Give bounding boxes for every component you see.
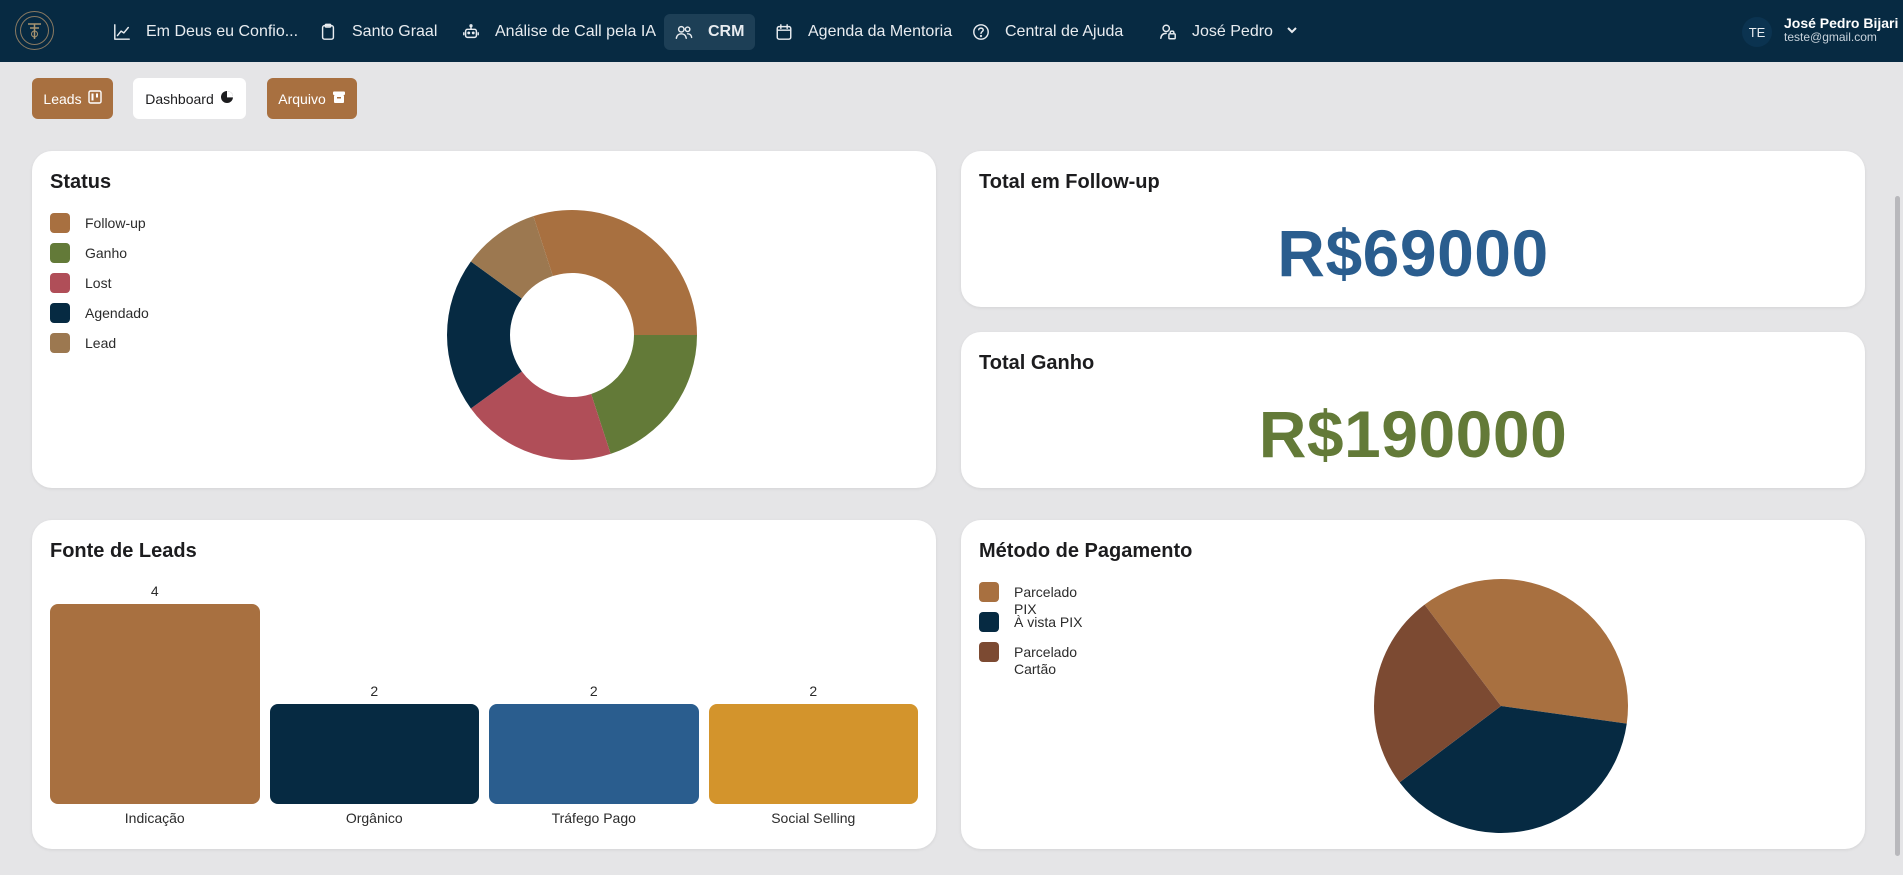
status-card: Status Follow-up Ganho Lost Agendado Lead xyxy=(32,151,936,488)
bar-column: 2 Social Selling xyxy=(708,580,918,836)
fonte-leads-card-title: Fonte de Leads xyxy=(50,540,197,562)
legend-swatch xyxy=(979,612,999,632)
nav-item-label: Santo Graal xyxy=(352,23,438,40)
nav-item-label: Análise de Call pela IA xyxy=(495,23,656,40)
pagamento-card-title: Método de Pagamento xyxy=(979,540,1193,562)
legend-swatch xyxy=(50,243,70,263)
user-lock-icon xyxy=(1158,22,1178,42)
pagamento-legend-item[interactable]: Parcelado PIX xyxy=(979,582,1094,617)
nav-item-label: Central de Ajuda xyxy=(1005,23,1124,40)
nav-item-label: Em Deus eu Confio... xyxy=(146,23,299,40)
legend-label: Follow-up xyxy=(85,215,146,231)
legend-swatch xyxy=(979,582,999,602)
status-legend-item[interactable]: Ganho xyxy=(50,243,149,273)
status-legend-item[interactable]: Lost xyxy=(50,273,149,303)
user-info[interactable]: José Pedro Bijari teste@gmail.com xyxy=(1784,15,1899,45)
nav-item-label: José Pedro xyxy=(1192,23,1273,40)
archive-icon xyxy=(332,90,346,107)
status-legend-item[interactable]: Lead xyxy=(50,333,149,363)
status-card-title: Status xyxy=(50,171,112,193)
legend-swatch xyxy=(50,333,70,353)
status-slice-follow-up[interactable] xyxy=(533,210,697,335)
nav-item-crm[interactable]: CRM xyxy=(664,14,755,50)
bar-value-label: 2 xyxy=(589,683,598,699)
followup-total-value: R$69000 xyxy=(1277,216,1549,290)
nav-item-central-ajuda[interactable]: Central de Ajuda xyxy=(961,14,1133,50)
legend-label: À vista PIX xyxy=(1014,614,1083,630)
user-name: José Pedro Bijari xyxy=(1784,15,1899,31)
status-donut-chart xyxy=(447,210,697,461)
legend-swatch xyxy=(50,213,70,233)
tab-dashboard-label: Dashboard xyxy=(145,90,214,107)
followup-card: Total em Follow-up R$69000 xyxy=(961,151,1865,307)
pagamento-legend-item[interactable]: À vista PIX xyxy=(979,612,1094,642)
top-navbar: Em Deus eu Confio... Santo Graal Análise… xyxy=(0,0,1903,62)
bar-column: 2 Tráfego Pago xyxy=(489,580,699,836)
bar-category-label: Indicação xyxy=(124,810,185,826)
nav-item-santo-graal[interactable]: Santo Graal xyxy=(308,14,447,50)
fonte-leads-card: Fonte de Leads 4 Indicação 2 Orgânico 2 Tráfe… xyxy=(32,520,936,849)
bar-value-label: 2 xyxy=(809,683,818,699)
nav-item-label: CRM xyxy=(708,23,745,40)
status-legend-item[interactable]: Agendado xyxy=(50,303,149,333)
legend-label: Lead xyxy=(85,335,117,351)
bar-category-label: Social Selling xyxy=(771,810,856,826)
brand-logo[interactable] xyxy=(15,11,54,50)
bar-category-label: Tráfego Pago xyxy=(551,810,636,826)
bar-org-nico[interactable] xyxy=(269,704,479,804)
users-icon xyxy=(674,22,694,42)
tab-arquivo[interactable]: Arquivo xyxy=(267,78,357,119)
chart-line-icon xyxy=(112,22,132,42)
legend-swatch xyxy=(50,303,70,323)
status-legend-item[interactable]: Follow-up xyxy=(50,213,149,243)
ganho-total-value: R$190000 xyxy=(1258,397,1568,471)
calendar-icon xyxy=(774,22,794,42)
bar-column: 4 Indicação xyxy=(50,580,260,836)
tab-leads-label: Leads xyxy=(43,90,82,107)
ganho-card: Total Ganho R$190000 xyxy=(961,332,1865,488)
pie-chart-icon xyxy=(220,90,234,107)
tab-leads[interactable]: Leads xyxy=(32,78,113,119)
robot-icon xyxy=(461,22,481,42)
followup-card-title: Total em Follow-up xyxy=(979,171,1160,193)
avatar[interactable]: TE xyxy=(1742,17,1772,47)
fonte-leads-bar-chart: 4 Indicação 2 Orgânico 2 Tráfego Pago 2 Social … xyxy=(50,580,918,836)
chevron-down-icon xyxy=(1273,23,1299,42)
page-scrollbar[interactable] xyxy=(1895,196,1900,856)
pagamento-legend-item[interactable]: Parcelado Cartão xyxy=(979,642,1094,677)
bar-category-label: Orgânico xyxy=(345,810,403,826)
legend-swatch xyxy=(979,642,999,662)
tab-dashboard[interactable]: Dashboard xyxy=(133,78,246,119)
pagamento-legend: Parcelado PIX À vista PIX Parcelado Cartão xyxy=(979,582,1094,677)
status-legend: Follow-up Ganho Lost Agendado Lead xyxy=(50,213,149,363)
ganho-card-title: Total Ganho xyxy=(979,352,1095,374)
nav-item-agenda[interactable]: Agenda da Mentoria xyxy=(764,14,962,50)
bar-indica-o[interactable] xyxy=(50,604,260,804)
kanban-icon xyxy=(87,90,102,107)
bar-value-label: 4 xyxy=(150,583,159,599)
bar-social-selling[interactable] xyxy=(708,704,918,804)
tab-arquivo-label: Arquivo xyxy=(278,90,326,107)
clipboard-icon xyxy=(318,22,338,42)
bar-column: 2 Orgânico xyxy=(269,580,479,836)
pagamento-card: Método de Pagamento Parcelado PIX À vista… xyxy=(961,520,1865,849)
legend-label: Parcelado Cartão xyxy=(1014,644,1078,677)
help-circle-icon xyxy=(971,22,991,42)
legend-label: Lost xyxy=(85,275,112,291)
bar-value-label: 2 xyxy=(370,683,379,699)
legend-swatch xyxy=(50,273,70,293)
user-email: teste@gmail.com xyxy=(1784,30,1877,45)
nav-item-label: Agenda da Mentoria xyxy=(808,23,953,40)
nav-item-analise-call[interactable]: Análise de Call pela IA xyxy=(451,14,666,50)
status-slice-ganho[interactable] xyxy=(591,335,697,454)
legend-label: Agendado xyxy=(85,305,149,321)
nav-item-user-menu[interactable]: José Pedro xyxy=(1148,14,1309,50)
nav-item-em-deus[interactable]: Em Deus eu Confio... xyxy=(102,14,308,50)
bar-tr-fego-pago[interactable] xyxy=(489,704,699,804)
pagamento-pie-chart xyxy=(1374,579,1628,833)
legend-label: Ganho xyxy=(85,245,128,261)
